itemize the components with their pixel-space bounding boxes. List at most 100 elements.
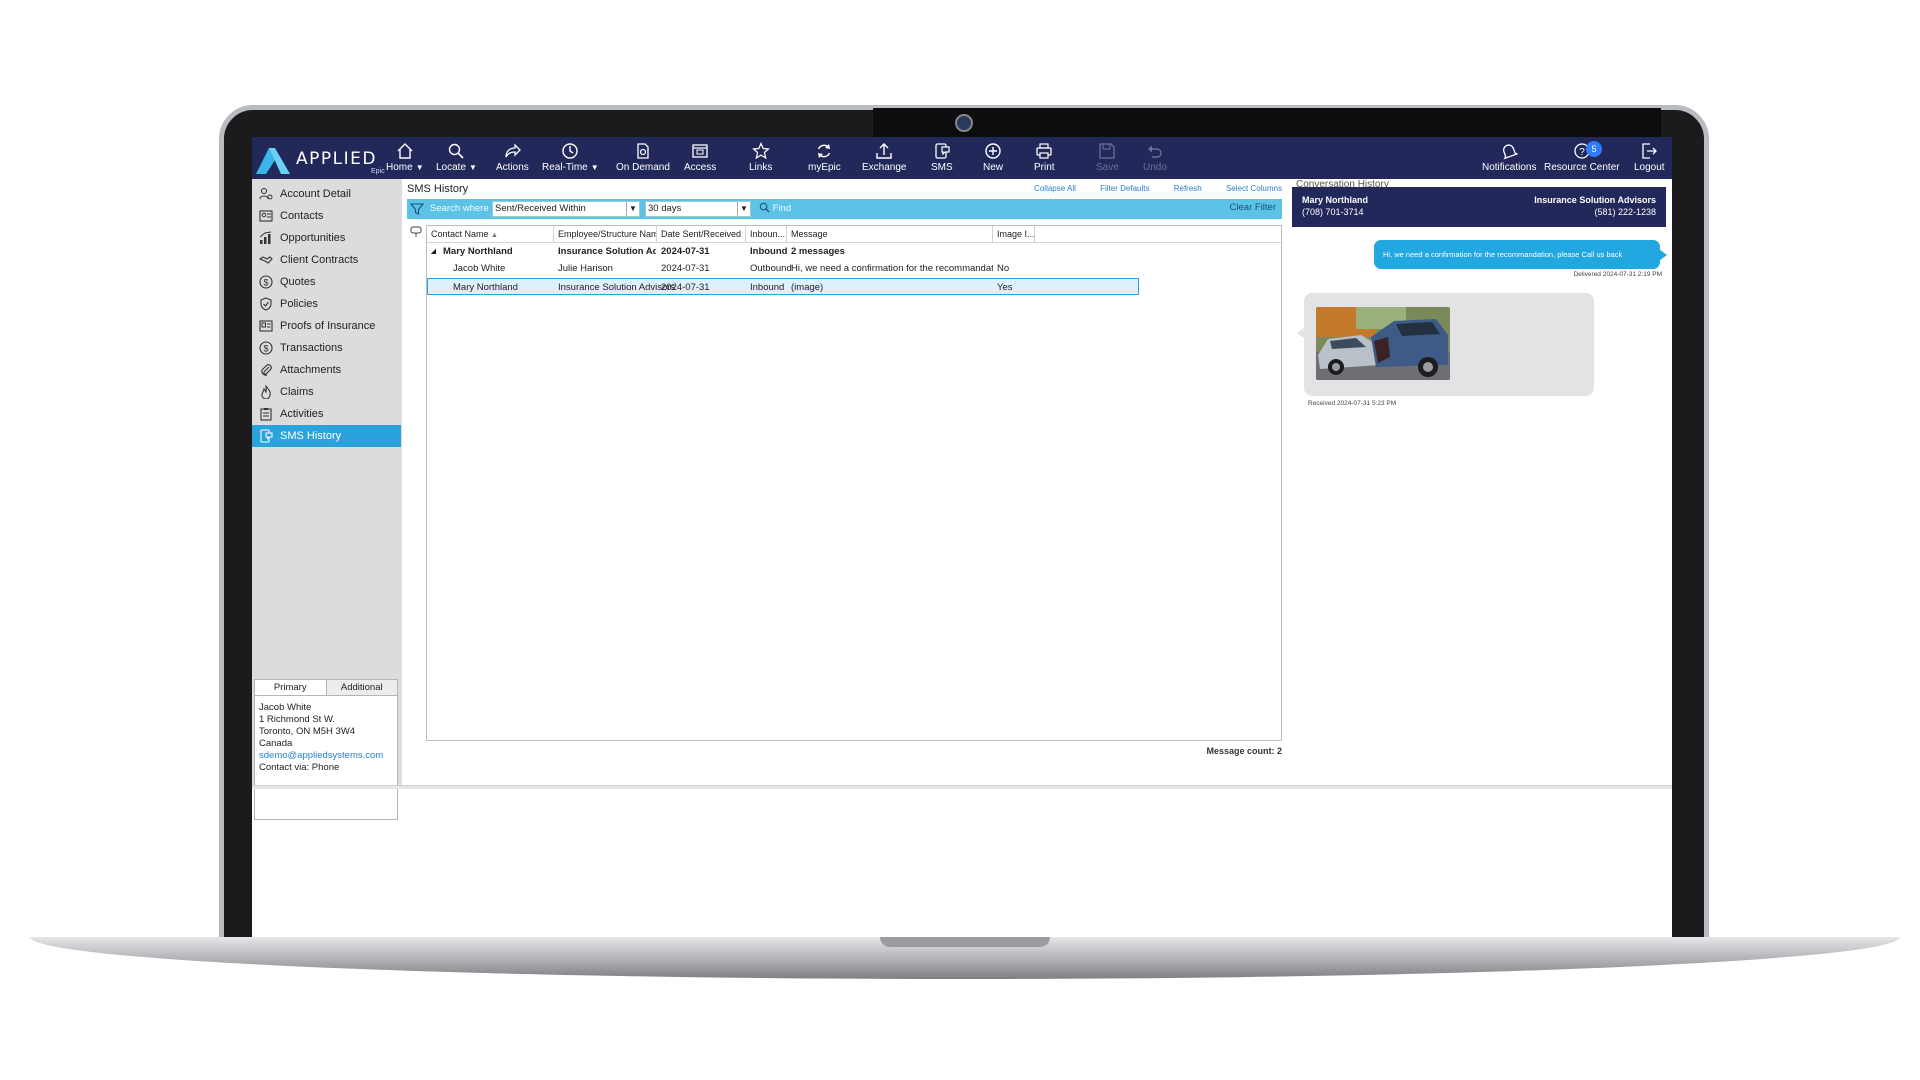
column-message[interactable]: Message: [787, 226, 993, 242]
select-columns-link[interactable]: Select Columns: [1226, 184, 1282, 193]
contact-country: Canada: [259, 738, 293, 749]
myepic-label: myEpic: [808, 162, 841, 173]
account-detail-icon: [259, 187, 273, 200]
nav-item-transactions[interactable]: $ Transactions: [252, 337, 402, 359]
undo-button[interactable]: Undo: [1143, 139, 1167, 177]
contact-tabs: Primary Additional: [255, 680, 397, 696]
table-row-group[interactable]: ◢ Mary Northland Insurance Solution Advi…: [427, 243, 1147, 260]
notifications-button[interactable]: Notifications: [1482, 139, 1536, 177]
column-direction[interactable]: Inboun...: [746, 226, 787, 242]
real-time-button[interactable]: Real-Time ▼: [542, 139, 599, 177]
id-card-icon: [259, 320, 273, 332]
resource-center-button[interactable]: ? Resource Center 5: [1544, 139, 1620, 177]
access-button[interactable]: Access: [684, 139, 716, 177]
logout-button[interactable]: Logout: [1634, 139, 1665, 177]
clear-filter-button[interactable]: Clear Filter: [1230, 202, 1276, 213]
table-row[interactable]: Jacob White Julie Harison 2024-07-31 Out…: [427, 260, 1147, 277]
conversation-panel: Conversation History Mary Northland (708…: [1292, 179, 1672, 785]
search-where-label: Search where: [430, 203, 489, 214]
filter-value: 30 days: [648, 203, 682, 214]
real-time-label: Real-Time: [542, 162, 588, 173]
sort-asc-icon: ▲: [491, 232, 498, 239]
column-date[interactable]: Date Sent/Received: [657, 226, 746, 242]
brand-name: APPLIED: [296, 149, 377, 169]
links-label: Links: [749, 162, 773, 173]
conv-contact-phone: (708) 701-3714: [1302, 207, 1364, 217]
exchange-label: Exchange: [862, 162, 907, 173]
header-links: Collapse All Filter Defaults Refresh Sel…: [1012, 184, 1282, 193]
resource-center-label: Resource Center: [1544, 162, 1620, 173]
find-button[interactable]: Find: [759, 202, 791, 214]
home-button[interactable]: Home ▼: [386, 139, 424, 177]
nav-item-opportunities[interactable]: Opportunities: [252, 227, 402, 249]
nav-item-sms-history[interactable]: SMS History: [252, 425, 401, 447]
svg-text:?: ?: [1579, 147, 1585, 158]
document-icon: [637, 143, 649, 159]
filter-value-select[interactable]: 30 days ▼: [645, 201, 751, 217]
sms-icon: [935, 143, 950, 159]
column-image[interactable]: Image I...: [993, 226, 1035, 242]
save-button[interactable]: Save: [1096, 139, 1119, 177]
webcam: [955, 114, 973, 132]
nav-item-client-contracts[interactable]: Client Contracts: [252, 249, 402, 271]
contact-email-link[interactable]: sdemo@appliedsystems.com: [259, 750, 393, 762]
contact-via: Contact via: Phone: [259, 762, 340, 773]
nav-label: Activities: [280, 408, 324, 420]
collapse-all-link[interactable]: Collapse All: [1034, 184, 1076, 193]
incoming-message-bubble: [1297, 293, 1594, 396]
car-accident-image[interactable]: [1316, 307, 1450, 380]
myepic-button[interactable]: myEpic: [808, 139, 841, 177]
conversation-header: Mary Northland (708) 701-3714 Insurance …: [1292, 187, 1666, 227]
contacts-icon: [259, 210, 273, 222]
nav-item-contacts[interactable]: Contacts: [252, 205, 402, 227]
left-navigation: Account Detail Contacts Opportunities Cl…: [252, 179, 402, 820]
grid-header: Contact Name ▲ Employee/Structure Name D…: [427, 226, 1281, 243]
home-icon: [397, 143, 413, 159]
flame-icon: [261, 385, 271, 399]
filter-field-select[interactable]: Sent/Received Within ▼: [492, 201, 640, 217]
laptop-base-notch: [880, 937, 1050, 947]
column-employee[interactable]: Employee/Structure Name: [554, 226, 657, 242]
nav-item-account-detail[interactable]: Account Detail: [252, 183, 402, 205]
nav-label: Opportunities: [280, 232, 346, 244]
nav-item-quotes[interactable]: $ Quotes: [252, 271, 402, 293]
cell-message: Hi, we need a confirmation for the recom…: [791, 263, 993, 274]
cell-contact: Jacob White: [453, 263, 506, 274]
sms-button[interactable]: SMS: [931, 139, 953, 177]
actions-button[interactable]: Actions: [496, 139, 529, 177]
links-button[interactable]: Links: [749, 139, 772, 177]
grid-options-icon[interactable]: [409, 225, 423, 239]
filter-defaults-link[interactable]: Filter Defaults: [1100, 184, 1149, 193]
nav-item-proofs-of-insurance[interactable]: Proofs of Insurance: [252, 315, 402, 337]
status-divider: [252, 785, 1672, 789]
filter-bar: Search where Sent/Received Within ▼ 30 d…: [407, 199, 1282, 219]
chevron-down-icon: ▼: [415, 163, 424, 172]
table-row-selected[interactable]: Mary Northland Insurance Solution Adviso…: [427, 278, 1139, 295]
column-contact-name[interactable]: Contact Name ▲: [427, 226, 554, 242]
tab-primary[interactable]: Primary: [255, 680, 326, 695]
chevron-down-icon: ▼: [590, 163, 599, 172]
cell-direction: Outbound: [750, 263, 792, 274]
collapse-icon[interactable]: ◢: [431, 243, 436, 260]
find-label: Find: [772, 203, 792, 214]
undo-label: Undo: [1143, 162, 1167, 173]
nav-item-claims[interactable]: Claims: [252, 381, 402, 403]
sms-label: SMS: [931, 162, 953, 173]
nav-label: Transactions: [280, 342, 343, 354]
nav-item-activities[interactable]: Activities: [252, 403, 402, 425]
nav-item-attachments[interactable]: Attachments: [252, 359, 402, 381]
refresh-link[interactable]: Refresh: [1174, 184, 1202, 193]
tab-additional[interactable]: Additional: [325, 680, 397, 695]
bell-icon: [1503, 144, 1519, 160]
nav-item-policies[interactable]: Policies: [252, 293, 402, 315]
contact-details: Jacob White 1 Richmond St W. Toronto, ON…: [255, 696, 397, 780]
filter-icon: [410, 203, 424, 215]
new-button[interactable]: New: [983, 139, 1003, 177]
on-demand-button[interactable]: On Demand: [616, 139, 670, 177]
print-button[interactable]: Print: [1034, 139, 1055, 177]
locate-button[interactable]: Locate ▼: [436, 139, 477, 177]
svg-text:$: $: [263, 278, 268, 288]
shield-icon: [260, 297, 272, 311]
nav-label: Account Detail: [280, 188, 351, 200]
exchange-button[interactable]: Exchange: [862, 139, 906, 177]
